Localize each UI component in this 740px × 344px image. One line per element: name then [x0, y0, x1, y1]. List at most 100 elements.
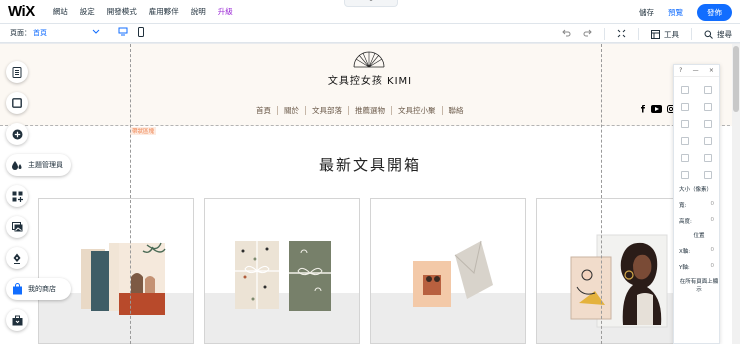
rotate-icon[interactable] — [681, 154, 690, 162]
send-backward-icon[interactable] — [703, 120, 712, 128]
zoom-out-icon[interactable] — [617, 29, 626, 40]
copy-icon[interactable] — [681, 86, 690, 94]
nav-item-meetup[interactable]: 文具控小聚 — [392, 105, 442, 116]
save-button[interactable]: 儲存 — [639, 7, 654, 18]
youtube-icon[interactable] — [651, 104, 662, 113]
redo-icon[interactable] — [583, 29, 592, 39]
social-bar — [640, 104, 675, 113]
store-bag-icon — [6, 278, 28, 300]
flip-vertical-icon[interactable] — [703, 171, 712, 179]
align-icon[interactable] — [681, 137, 690, 145]
height-input[interactable]: 0 — [711, 217, 715, 225]
my-store-button[interactable]: 我的商店 — [6, 278, 71, 300]
divider — [691, 28, 692, 40]
preview-button[interactable]: 預覽 — [668, 7, 683, 18]
nav-item-about[interactable]: 關於 — [278, 105, 305, 116]
editor-canvas[interactable]: 文具控女孩 KIMI 首頁 關於 文具部落 推薦選物 文具控小聚 聯絡 帶狀區塊… — [0, 44, 740, 344]
editor-toolbar: 頁面： 首頁 工具 搜尋 — [0, 24, 740, 43]
scrollbar-thumb[interactable] — [733, 46, 739, 112]
width-label: 寬: — [679, 203, 687, 209]
publish-button[interactable]: 發佈 — [697, 4, 732, 21]
x-input[interactable]: 0 — [711, 247, 715, 255]
duplicate-icon[interactable] — [681, 103, 690, 111]
panel-close-icon[interactable]: × — [709, 67, 714, 74]
media-icon — [11, 222, 22, 232]
background-button[interactable] — [6, 92, 28, 114]
bring-forward-icon[interactable] — [681, 120, 690, 128]
menu-upgrade[interactable]: 升級 — [212, 6, 239, 17]
panel-minimize-icon[interactable]: — — [693, 67, 699, 74]
mobile-view-icon[interactable] — [138, 27, 144, 40]
page-selector-label: 頁面： — [10, 29, 31, 37]
flip-horizontal-icon[interactable] — [681, 171, 690, 179]
canvas-scrollbar[interactable] — [732, 44, 740, 344]
menu-site[interactable]: 網站 — [47, 6, 74, 17]
product-card[interactable] — [370, 198, 526, 344]
briefcase-icon — [12, 315, 22, 325]
portfolio-button[interactable] — [6, 309, 28, 331]
left-toolbar: 主題管理員 我的商店 — [6, 61, 71, 331]
site-nav: 首頁 關於 文具部落 推薦選物 文具控小聚 聯絡 — [250, 105, 470, 116]
site-brand: 文具控女孩 KIMI — [327, 76, 413, 87]
greeting-card-image — [413, 240, 493, 307]
delete-icon[interactable] — [703, 103, 712, 111]
media-button[interactable] — [6, 216, 28, 238]
plus-icon — [12, 129, 22, 139]
panel-help-icon[interactable]: ? — [679, 67, 682, 74]
menu-settings[interactable]: 設定 — [74, 6, 101, 17]
page-selector-value: 首頁 — [33, 29, 47, 37]
tools-label: 工具 — [664, 29, 679, 39]
facebook-icon[interactable] — [640, 104, 646, 113]
my-store-label: 我的商店 — [28, 285, 56, 293]
tools-button[interactable]: 工具 — [651, 29, 679, 40]
chevron-down-icon — [92, 29, 100, 37]
distribute-icon[interactable] — [703, 137, 712, 145]
divider — [604, 28, 605, 40]
portrait-prints-image — [570, 234, 668, 328]
site-header[interactable]: 文具控女孩 KIMI 首頁 關於 文具部落 推薦選物 文具控小聚 聯絡 — [0, 44, 740, 126]
x-label: X軸: — [679, 249, 691, 255]
search-icon — [704, 30, 713, 39]
tools-icon — [651, 29, 660, 39]
position-label: 位置 — [693, 233, 705, 239]
width-input[interactable]: 0 — [711, 201, 715, 209]
pages-button[interactable] — [6, 61, 28, 83]
menu-hire[interactable]: 雇用夥伴 — [143, 6, 185, 17]
divider — [638, 28, 639, 40]
strip-section-label[interactable]: 帶狀區塊 — [130, 127, 157, 135]
nav-item-home[interactable]: 首頁 — [250, 105, 277, 116]
page-selector[interactable]: 頁面： 首頁 — [10, 28, 100, 38]
apps-icon — [12, 191, 23, 202]
section-title[interactable]: 最新文具開箱 — [0, 154, 740, 175]
theme-manager-label: 主題管理員 — [28, 161, 63, 169]
desktop-view-icon[interactable] — [118, 27, 128, 40]
size-label: 大小（像素） — [679, 187, 713, 193]
show-on-all-pages-toggle[interactable]: 在所有頁面上顯示 — [674, 277, 719, 293]
layout-guide — [130, 44, 131, 344]
paste-icon[interactable] — [703, 86, 712, 94]
y-label: Y軸: — [679, 265, 690, 271]
angle-icon[interactable] — [703, 154, 712, 162]
top-bar: WiX 網站 設定 開發模式 雇用夥伴 說明 升級 ⌃ 儲存 預覽 發佈 — [0, 0, 740, 24]
add-button[interactable] — [6, 123, 28, 145]
blog-button[interactable] — [6, 247, 28, 269]
nav-item-picks[interactable]: 推薦選物 — [349, 105, 391, 116]
y-input[interactable]: 0 — [711, 263, 715, 271]
search-label: 搜尋 — [717, 29, 732, 39]
background-icon — [12, 98, 22, 108]
menu-dev-mode[interactable]: 開發模式 — [101, 6, 143, 17]
layout-guide — [601, 44, 602, 344]
product-card[interactable] — [204, 198, 360, 344]
apps-button[interactable] — [6, 185, 28, 207]
theme-drops-icon — [6, 154, 28, 176]
nav-item-blog[interactable]: 文具部落 — [306, 105, 348, 116]
search-button[interactable]: 搜尋 — [704, 29, 732, 40]
collapse-topbar-button[interactable]: ⌃ — [344, 0, 398, 7]
product-card[interactable] — [536, 198, 692, 344]
menu-help[interactable]: 說明 — [185, 6, 212, 17]
nav-item-contact[interactable]: 聯絡 — [443, 105, 470, 116]
undo-icon[interactable] — [562, 29, 571, 39]
theme-manager-button[interactable]: 主題管理員 — [6, 154, 71, 176]
main-menu: 網站 設定 開發模式 雇用夥伴 說明 升級 — [47, 6, 239, 17]
wix-logo[interactable]: WiX — [8, 3, 35, 20]
